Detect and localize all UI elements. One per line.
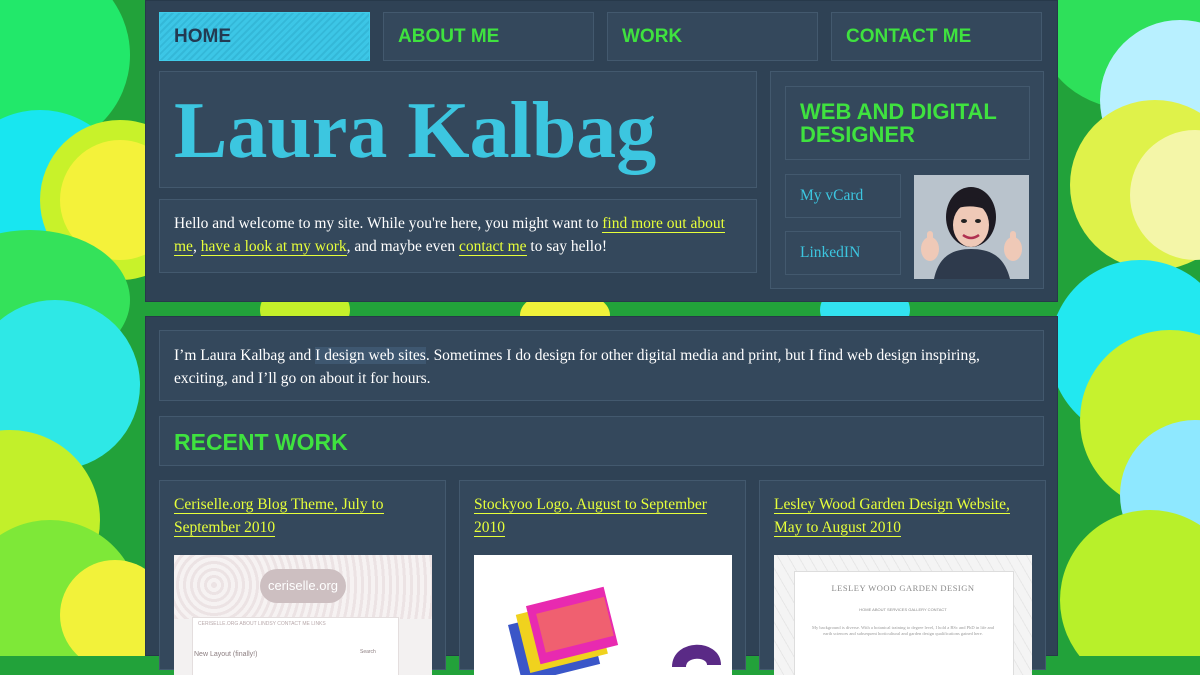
site-title-box: Laura Kalbag (159, 71, 757, 188)
contact-link[interactable]: contact me (458, 238, 527, 256)
nav-contact[interactable]: CONTACT ME (831, 12, 1042, 61)
work-card-title[interactable]: Stockyoo Logo, August to September 2010 (474, 496, 707, 537)
page-container: HOME ABOUT ME WORK CONTACT ME Laura Kalb… (145, 0, 1058, 675)
work-link[interactable]: have a look at my work (200, 238, 347, 256)
intro-text-part: to say hello! (526, 238, 608, 255)
role-title: WEB AND DIGITAL DESIGNER (785, 86, 1030, 160)
vcard-label: My vCard (800, 187, 864, 204)
linkedin-label: LinkedIN (800, 244, 861, 261)
nav-about-label: ABOUT ME (398, 25, 500, 47)
nav-contact-label: CONTACT ME (846, 25, 972, 47)
intro-text: Hello and welcome to my site. While you'… (159, 199, 757, 273)
linkedin-link[interactable]: LinkedIN (785, 231, 901, 275)
nav-about[interactable]: ABOUT ME (383, 12, 594, 61)
work-card-title[interactable]: Ceriselle.org Blog Theme, July to Septem… (174, 496, 384, 537)
nav-home-label: HOME (174, 25, 231, 47)
thumb-site-title: LESLEY WOOD GARDEN DESIGN (831, 583, 975, 593)
thumb-nav: HOME ABOUT SERVICES GALLERY CONTACT (859, 607, 947, 612)
thumb-nav: CERISELLE.ORG ABOUT LINDSY CONTACT ME LI… (198, 621, 326, 627)
thumb-post-title: New Layout (finally!) (194, 651, 258, 658)
work-card: Lesley Wood Garden Design Website, May t… (759, 480, 1046, 675)
thumb-body: My background is diverse. With a botanic… (811, 625, 995, 636)
work-thumbnail[interactable] (474, 555, 732, 675)
work-card-title[interactable]: Lesley Wood Garden Design Website, May t… (774, 496, 1010, 537)
intro-text-part: , (192, 238, 201, 255)
work-thumbnail[interactable]: ceriselle.org CERISELLE.ORG ABOUT LINDSY… (174, 555, 432, 675)
recent-work-heading: RECENT WORK (159, 416, 1044, 466)
vcard-link[interactable]: My vCard (785, 174, 901, 218)
header-panel: HOME ABOUT ME WORK CONTACT ME Laura Kalb… (145, 0, 1058, 302)
thumb-logo: ceriselle.org (260, 569, 346, 603)
highlighted-text: I design web sites (315, 347, 426, 364)
work-thumbnail[interactable]: LESLEY WOOD GARDEN DESIGN HOME ABOUT SER… (774, 555, 1032, 675)
stockyoo-logo-preview (507, 586, 721, 675)
avatar-illustration (914, 175, 1029, 279)
intro-text-part: Hello and welcome to my site. While you'… (174, 215, 603, 232)
site-title: Laura Kalbag (174, 87, 657, 175)
about-text: I’m Laura Kalbag and I design web sites.… (159, 330, 1044, 401)
nav-work-label: WORK (622, 25, 683, 47)
nav-home[interactable]: HOME (159, 12, 370, 61)
intro-text-part: , and maybe even (346, 238, 459, 255)
work-card: Stockyoo Logo, August to September 2010 (459, 480, 746, 675)
nav-work[interactable]: WORK (607, 12, 818, 61)
avatar (914, 175, 1029, 279)
thumb-search: Search (360, 649, 376, 655)
about-text-part: I’m Laura Kalbag and (174, 347, 316, 364)
work-card: Ceriselle.org Blog Theme, July to Septem… (159, 480, 446, 675)
